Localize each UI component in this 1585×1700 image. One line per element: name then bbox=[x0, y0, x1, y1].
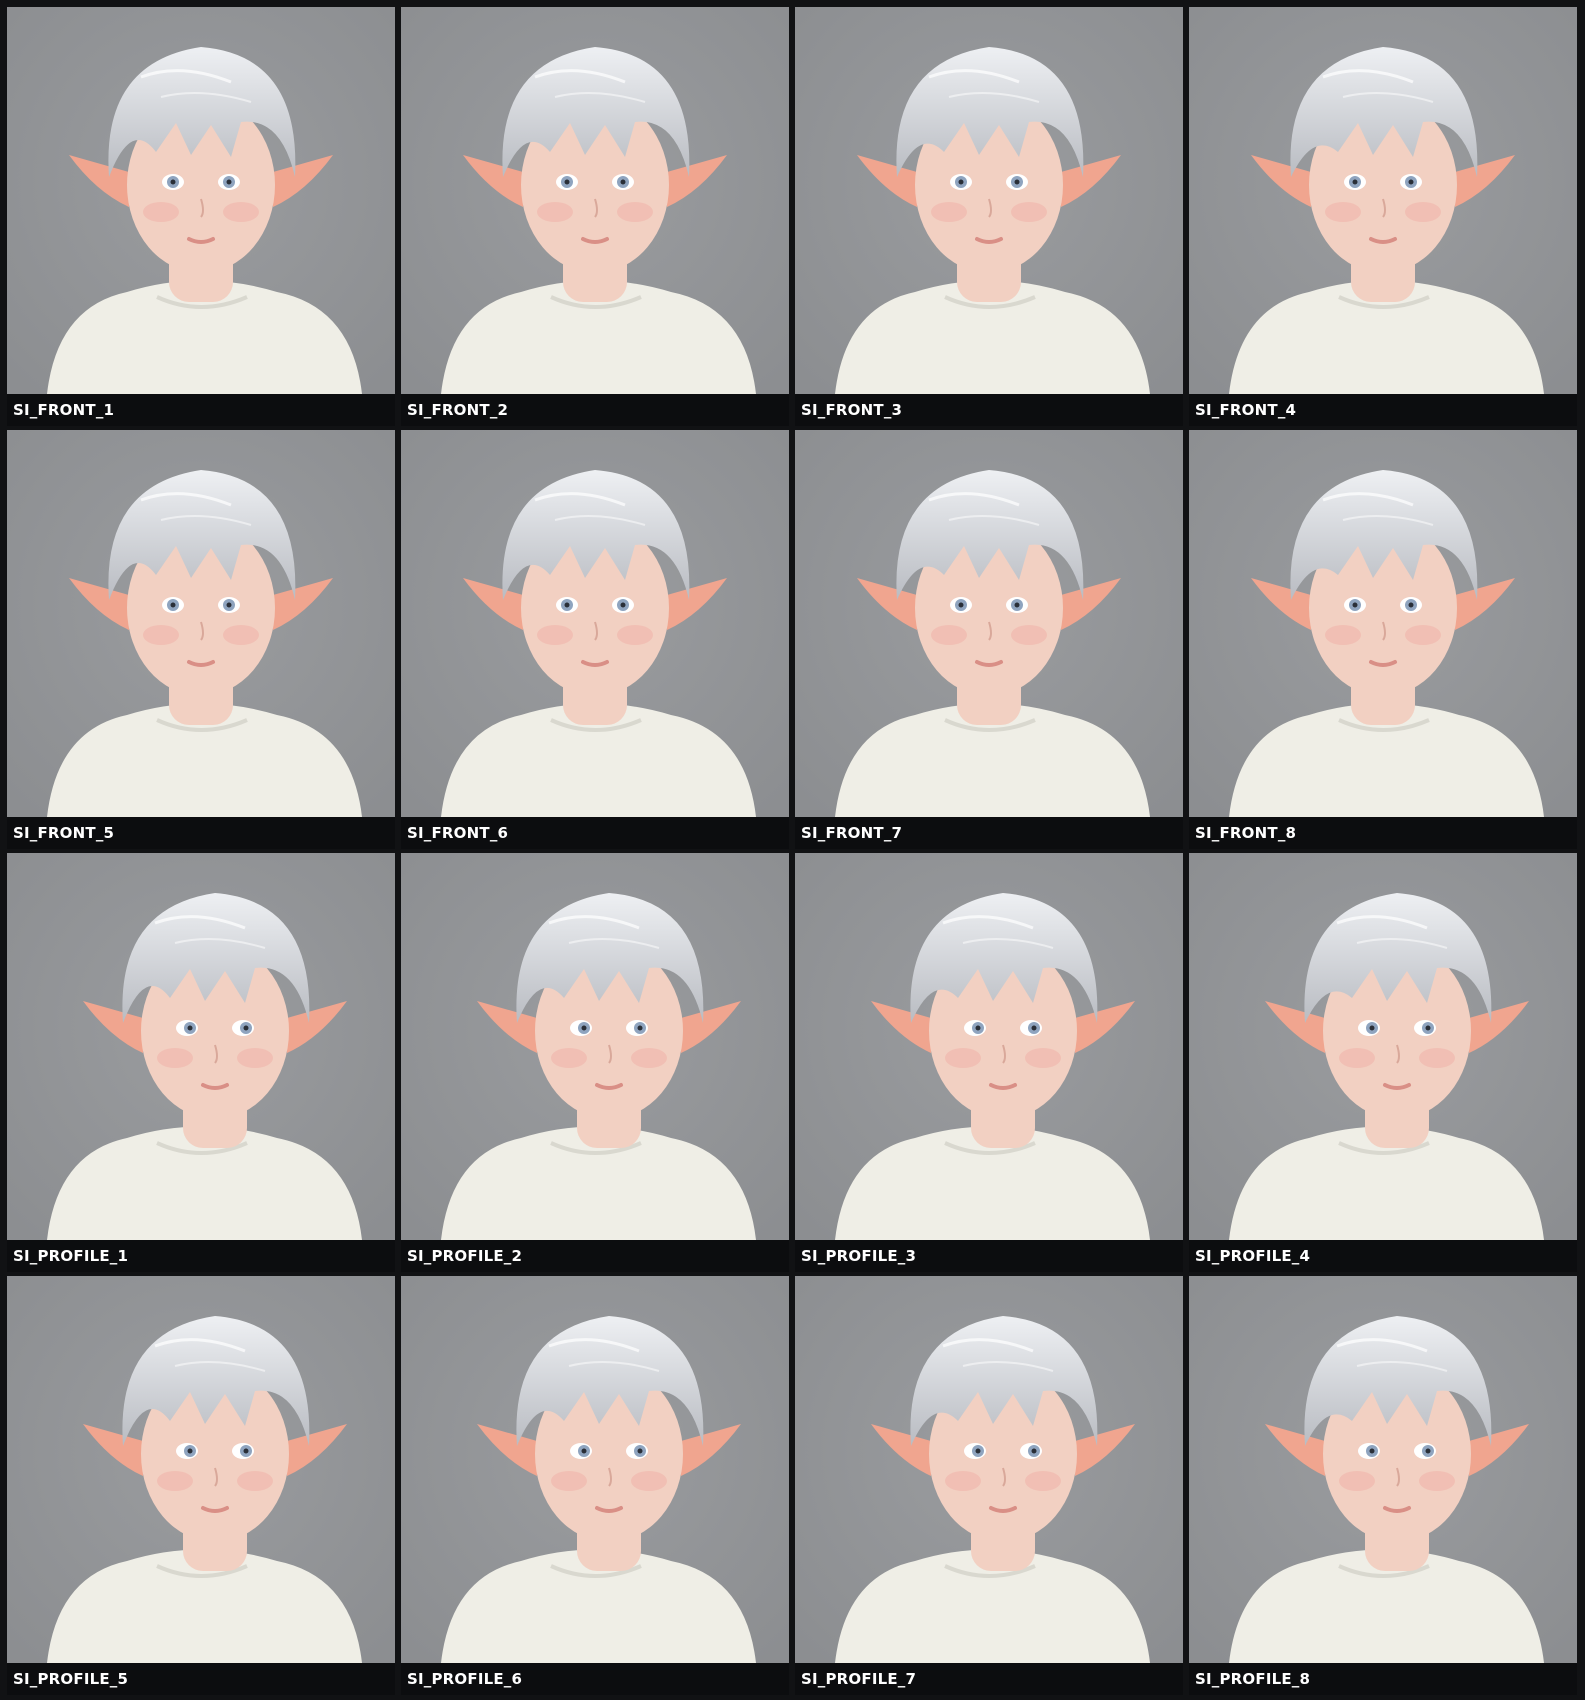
portrait-photo bbox=[401, 7, 789, 394]
tile-caption: SI_PROFILE_5 bbox=[7, 1663, 395, 1695]
portrait-tile[interactable]: SI_PROFILE_4 bbox=[1189, 853, 1577, 1272]
portrait-photo bbox=[7, 853, 395, 1240]
portrait-photo bbox=[401, 430, 789, 817]
tile-caption: SI_FRONT_3 bbox=[795, 394, 1183, 426]
portrait-tile[interactable]: SI_FRONT_5 bbox=[7, 430, 395, 849]
portrait-tile[interactable]: SI_FRONT_2 bbox=[401, 7, 789, 426]
portrait-photo bbox=[1189, 1276, 1577, 1663]
portrait-photo bbox=[1189, 853, 1577, 1240]
tile-caption: SI_FRONT_5 bbox=[7, 817, 395, 849]
tile-caption: SI_FRONT_7 bbox=[795, 817, 1183, 849]
portrait-tile[interactable]: SI_FRONT_6 bbox=[401, 430, 789, 849]
tile-caption: SI_FRONT_6 bbox=[401, 817, 789, 849]
portrait-photo bbox=[795, 853, 1183, 1240]
portrait-photo bbox=[1189, 7, 1577, 394]
tile-caption: SI_PROFILE_3 bbox=[795, 1240, 1183, 1272]
portrait-tile[interactable]: SI_PROFILE_5 bbox=[7, 1276, 395, 1695]
portrait-photo bbox=[7, 430, 395, 817]
portrait-tile[interactable]: SI_PROFILE_6 bbox=[401, 1276, 789, 1695]
portrait-tile[interactable]: SI_FRONT_7 bbox=[795, 430, 1183, 849]
portrait-tile[interactable]: SI_FRONT_8 bbox=[1189, 430, 1577, 849]
portrait-tile[interactable]: SI_FRONT_3 bbox=[795, 7, 1183, 426]
portrait-tile[interactable]: SI_PROFILE_3 bbox=[795, 853, 1183, 1272]
tile-caption: SI_PROFILE_8 bbox=[1189, 1663, 1577, 1695]
portrait-tile[interactable]: SI_FRONT_4 bbox=[1189, 7, 1577, 426]
portrait-tile[interactable]: SI_PROFILE_2 bbox=[401, 853, 789, 1272]
portrait-tile[interactable]: SI_PROFILE_1 bbox=[7, 853, 395, 1272]
tile-caption: SI_FRONT_1 bbox=[7, 394, 395, 426]
tile-caption: SI_PROFILE_1 bbox=[7, 1240, 395, 1272]
tile-caption: SI_PROFILE_2 bbox=[401, 1240, 789, 1272]
tile-caption: SI_FRONT_8 bbox=[1189, 817, 1577, 849]
portrait-photo bbox=[1189, 430, 1577, 817]
tile-caption: SI_PROFILE_7 bbox=[795, 1663, 1183, 1695]
tile-caption: SI_FRONT_4 bbox=[1189, 394, 1577, 426]
portrait-photo bbox=[795, 7, 1183, 394]
portrait-tile[interactable]: SI_FRONT_1 bbox=[7, 7, 395, 426]
portrait-tile[interactable]: SI_PROFILE_7 bbox=[795, 1276, 1183, 1695]
portrait-photo bbox=[7, 1276, 395, 1663]
portrait-grid: SI_FRONT_1 SI_FRONT_2 SI_FRONT_3 SI_FRON… bbox=[0, 0, 1585, 1700]
tile-caption: SI_PROFILE_4 bbox=[1189, 1240, 1577, 1272]
portrait-photo bbox=[401, 853, 789, 1240]
portrait-tile[interactable]: SI_PROFILE_8 bbox=[1189, 1276, 1577, 1695]
portrait-photo bbox=[795, 430, 1183, 817]
portrait-photo bbox=[401, 1276, 789, 1663]
portrait-photo bbox=[795, 1276, 1183, 1663]
tile-caption: SI_FRONT_2 bbox=[401, 394, 789, 426]
portrait-photo bbox=[7, 7, 395, 394]
tile-caption: SI_PROFILE_6 bbox=[401, 1663, 789, 1695]
